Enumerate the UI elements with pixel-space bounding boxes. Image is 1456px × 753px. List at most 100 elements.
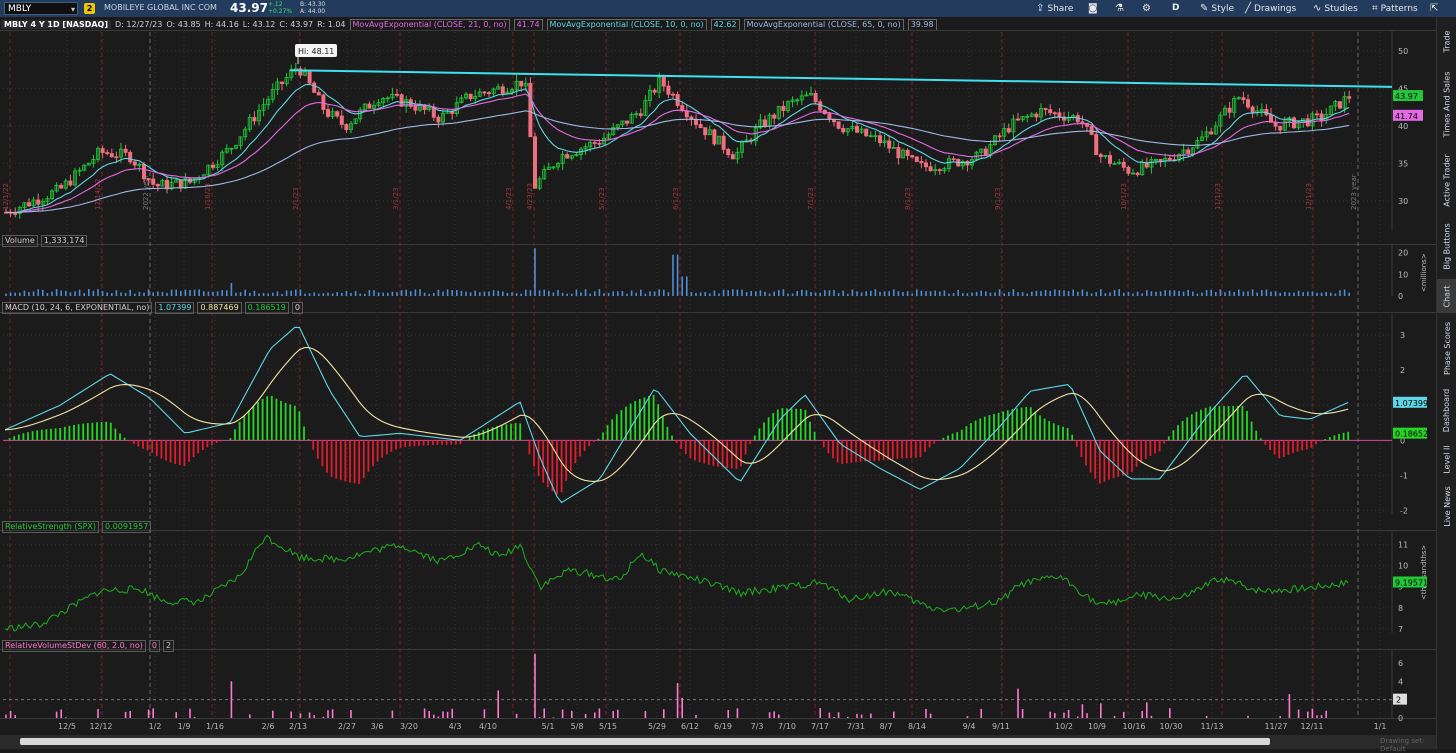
period-marker-label: 2023 year: [1350, 174, 1358, 210]
scrollbar-thumb[interactable]: [20, 738, 1270, 745]
macd-study-label[interactable]: MACD (10, 24, 6, EXPONENTIAL, no): [2, 302, 153, 314]
time-axis: 12/5 12/12 1/2 1/9 1/16 2/6 2/13 2/27 3/6 3/20 4/3…: [58, 722, 1386, 731]
rvsd-badge-text: 2: [1396, 696, 1401, 705]
rvsd-label-row: RelativeVolumeStDev (60, 2.0, no) 0 2: [2, 640, 175, 652]
x-tick-label: 10/16: [1122, 722, 1145, 731]
candle-body: [597, 142, 602, 145]
x-tick-label: 10/30: [1159, 722, 1182, 731]
x-tick-label: 8/7: [880, 722, 893, 731]
candle-body: [533, 136, 538, 189]
candle-body: [661, 76, 666, 87]
tab-live-news-label: Live News: [1442, 485, 1452, 527]
price-tick: 30: [1398, 197, 1408, 206]
candle-body: [855, 126, 860, 133]
volume-tick: 20: [1398, 249, 1408, 258]
candle-body: [836, 121, 841, 129]
candle-body: [307, 71, 312, 84]
x-tick-label: 1/2: [149, 722, 162, 731]
x-tick-label: 1/1: [1374, 722, 1387, 731]
rs-tick: 7: [1398, 625, 1403, 634]
candle-body: [279, 81, 284, 85]
x-tick-label: 12/11: [1300, 722, 1323, 731]
candle-body: [684, 110, 689, 118]
candle-body: [625, 120, 630, 124]
rvsd-study-label[interactable]: RelativeVolumeStDev (60, 2.0, no): [2, 640, 146, 652]
candle-body: [321, 94, 326, 110]
period-marker-label: 4/23/23: [526, 183, 534, 210]
volume-tick: 10: [1398, 270, 1408, 279]
x-tick-label: 7/17: [811, 722, 829, 731]
candle-body: [813, 92, 818, 103]
price-tick: 40: [1398, 122, 1408, 131]
tab-times-and-sales[interactable]: Times And Sales: [1437, 63, 1456, 145]
period-marker-label: 11/1/23: [1214, 183, 1222, 210]
candle-body: [1108, 155, 1113, 164]
candle-body: [132, 161, 137, 166]
price-tick: 50: [1398, 47, 1408, 56]
tab-phase-scores[interactable]: Phase Scores: [1437, 315, 1456, 381]
x-tick-label: 4/3: [449, 722, 462, 731]
macd-tick: 3: [1400, 331, 1405, 340]
candle-body: [924, 162, 929, 168]
tab-active-trader[interactable]: Active Trader: [1437, 147, 1456, 213]
candle-body: [721, 135, 726, 150]
macd-zero: 0: [291, 302, 303, 314]
tab-level-ii[interactable]: Level II: [1437, 439, 1456, 479]
candle-body: [164, 179, 169, 190]
candle-body: [896, 147, 901, 159]
candle-body: [1227, 107, 1232, 113]
macd-line: [4, 326, 1349, 504]
rs-line: [4, 534, 1349, 632]
candle-body: [13, 212, 18, 215]
tab-level-ii-label: Level II: [1442, 444, 1452, 474]
candle-body: [210, 164, 215, 168]
x-tick-label: 10/9: [1088, 722, 1106, 731]
macd-badge-text: 1.07399: [1395, 399, 1428, 408]
x-tick-label: 5/1: [542, 722, 555, 731]
candle-body: [123, 148, 128, 153]
macd-diff: 0.186519: [244, 302, 289, 314]
candle-body: [781, 105, 786, 111]
time-scrollbar[interactable]: Drawing set: Default: [0, 735, 1436, 753]
candle-body: [468, 93, 473, 100]
drawing-set-note: Drawing set: Default: [1380, 737, 1425, 753]
period-marker-label: 1/16/23: [204, 183, 212, 210]
candle-body: [905, 149, 910, 156]
volume-pane: [5, 248, 1350, 296]
tab-dashboard[interactable]: Dashboard: [1437, 383, 1456, 437]
candle-body: [36, 199, 41, 205]
candle-body: [519, 80, 524, 87]
candle-body: [325, 109, 330, 117]
volume-study-value: 1,333,174: [40, 235, 88, 247]
pane-separator: [0, 649, 1436, 650]
candle-body: [399, 94, 404, 107]
tab-trade[interactable]: Trade: [1437, 21, 1456, 61]
candle-body: [128, 151, 133, 163]
x-tick-label: 3/20: [400, 722, 418, 731]
candle-body: [827, 113, 832, 120]
last-price-badge-text: 43.97: [1395, 92, 1418, 101]
price-axes: 504540353043.9741.7420100<millions>3210-…: [1393, 47, 1428, 723]
candle-body: [565, 154, 570, 159]
candle-body: [528, 82, 533, 138]
tab-live-news[interactable]: Live News: [1437, 481, 1456, 531]
candle-body: [1241, 97, 1246, 101]
candle-body: [818, 101, 823, 111]
rs-study-label[interactable]: RelativeStrength (SPX): [2, 521, 100, 533]
candle-body: [592, 142, 597, 144]
tab-chart[interactable]: Chart: [1437, 279, 1456, 313]
candle-body: [841, 127, 846, 133]
candle-body: [26, 202, 31, 207]
candle-body: [730, 154, 735, 160]
candle-body: [316, 92, 321, 96]
chart-canvas[interactable]: 12/1/22 12/14/22 2022 year 1/16/23 2/1/23 3/1…: [0, 0, 1436, 735]
candle-body: [59, 184, 64, 189]
x-tick-label: 8/14: [908, 722, 926, 731]
volume-study-label[interactable]: Volume: [2, 235, 38, 247]
macd-tick: -2: [1400, 506, 1408, 515]
pane-separator: [0, 718, 1436, 719]
x-tick-label: 1/16: [206, 722, 224, 731]
candle-body: [105, 152, 110, 155]
x-tick-label: 11/13: [1200, 722, 1223, 731]
tab-big-buttons[interactable]: Big Buttons: [1437, 215, 1456, 277]
